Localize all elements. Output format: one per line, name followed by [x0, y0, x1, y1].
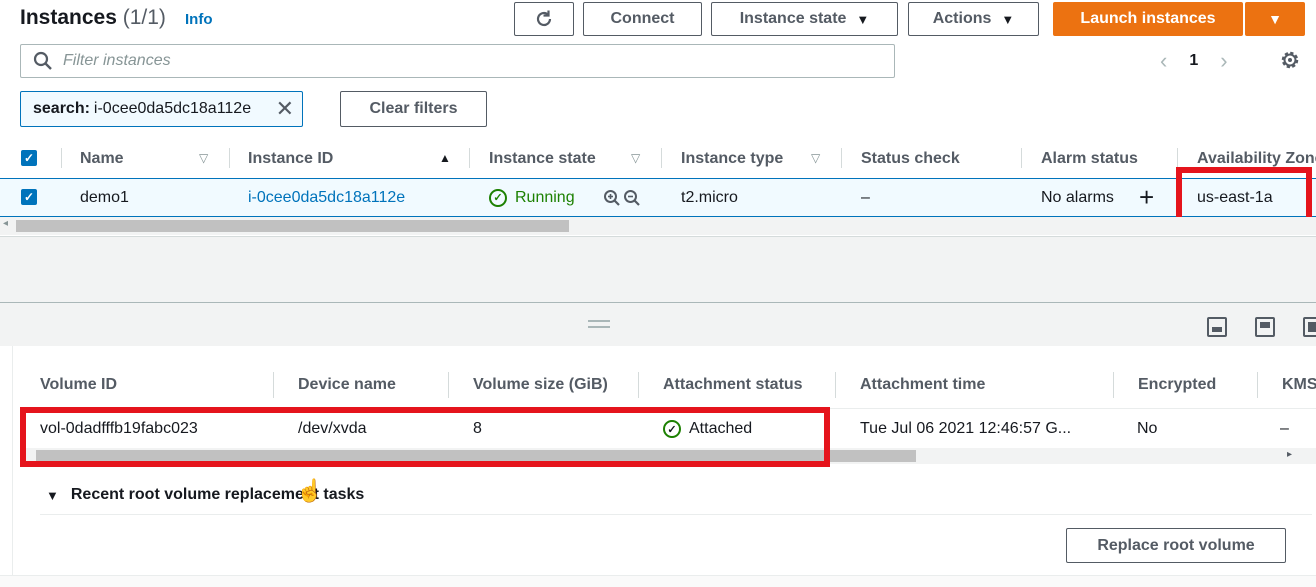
- actions-dropdown[interactable]: Actions ▼: [908, 2, 1039, 36]
- column-header-encrypted[interactable]: Encrypted: [1138, 362, 1216, 408]
- instance-name: demo1: [80, 188, 129, 206]
- sort-icon[interactable]: ▽: [811, 151, 820, 165]
- row-checkbox[interactable]: ✓: [21, 189, 37, 205]
- token-value: i-0cee0da5dc18a112e: [93, 100, 252, 117]
- pagination: ‹ 1 ›: [1160, 44, 1260, 78]
- panel-hide-icon[interactable]: [1303, 317, 1316, 337]
- prev-page-button[interactable]: ‹: [1160, 48, 1167, 74]
- column-header-instance-id[interactable]: Instance ID: [248, 140, 333, 177]
- actions-label: Actions: [932, 10, 992, 27]
- highlight-box-volume-row: [20, 407, 830, 467]
- instance-state: ✓ Running: [489, 178, 575, 217]
- page-title: Instances (1/1): [20, 6, 166, 30]
- column-header-instance-state[interactable]: Instance state: [489, 140, 596, 177]
- attachment-time: Tue Jul 06 2021 12:46:57 G...: [860, 420, 1072, 437]
- filter-token: search: i-0cee0da5dc18a112e ✕: [20, 91, 303, 127]
- connect-label: Connect: [610, 10, 675, 27]
- alarm-status: No alarms: [1041, 188, 1114, 206]
- scroll-left-icon[interactable]: ◂: [3, 218, 8, 229]
- horizontal-scrollbar[interactable]: ◂: [0, 217, 1316, 235]
- column-header-alarm-status[interactable]: Alarm status: [1041, 140, 1138, 177]
- panel-bottom-icon[interactable]: [1207, 317, 1227, 337]
- sort-ascending-icon[interactable]: ▲: [439, 151, 451, 165]
- panel-side-icon[interactable]: [1255, 317, 1275, 337]
- sort-icon[interactable]: ▽: [631, 151, 640, 165]
- encrypted: No: [1137, 420, 1158, 437]
- sort-icon[interactable]: ▽: [199, 151, 208, 165]
- filter-field[interactable]: [20, 44, 895, 78]
- replace-root-volume-button[interactable]: Replace root volume: [1066, 528, 1286, 563]
- clear-filters-button[interactable]: Clear filters: [340, 91, 487, 127]
- table-row[interactable]: [0, 178, 1316, 217]
- state-text: Running: [515, 188, 575, 206]
- filter-input[interactable]: [63, 52, 863, 70]
- drag-handle-icon[interactable]: [588, 320, 610, 328]
- status-check: –: [861, 188, 870, 206]
- current-page[interactable]: 1: [1189, 52, 1198, 70]
- instance-id-link[interactable]: i-0cee0da5dc18a112e: [248, 178, 405, 217]
- column-header-kms[interactable]: KMS: [1282, 362, 1316, 408]
- clear-filters-label: Clear filters: [369, 100, 458, 117]
- title-text: Instances: [20, 6, 117, 29]
- gear-icon[interactable]: [1278, 48, 1302, 72]
- table-footer-area: [0, 236, 1316, 302]
- caret-down-icon: ▼: [856, 11, 870, 27]
- column-header-volume-size[interactable]: Volume size (GiB): [473, 362, 608, 408]
- refresh-icon: [536, 10, 552, 27]
- select-all-checkbox[interactable]: ✓: [21, 150, 37, 166]
- column-header-attachment-status[interactable]: Attachment status: [663, 362, 803, 408]
- column-header-instance-type[interactable]: Instance type: [681, 140, 783, 177]
- kms-key: –: [1280, 420, 1289, 437]
- caret-down-icon: ▼: [1001, 11, 1015, 27]
- launch-dropdown-button[interactable]: ▼: [1245, 2, 1305, 36]
- launch-label: Launch instances: [1080, 10, 1216, 27]
- token-key: search:: [33, 100, 90, 117]
- check-circle-icon: ✓: [489, 188, 507, 207]
- zoom-in-icon[interactable]: [603, 189, 621, 207]
- split-panel-divider[interactable]: [0, 302, 1316, 346]
- instance-state-label: Instance state: [739, 10, 847, 27]
- hand-cursor-icon: ☝: [296, 478, 324, 503]
- refresh-button[interactable]: [514, 2, 574, 36]
- instance-state-dropdown[interactable]: Instance state ▼: [711, 2, 898, 36]
- connect-button[interactable]: Connect: [583, 2, 702, 36]
- add-alarm-icon[interactable]: +: [1139, 178, 1154, 217]
- column-header-name[interactable]: Name: [80, 140, 124, 177]
- panel-bottom: [0, 575, 1316, 587]
- instance-count: (1/1): [122, 6, 166, 29]
- zoom-controls: [603, 178, 641, 217]
- replace-root-volume-label: Replace root volume: [1097, 536, 1255, 554]
- divider: [40, 514, 1312, 515]
- remove-token-icon[interactable]: ✕: [276, 96, 294, 122]
- next-page-button[interactable]: ›: [1220, 48, 1227, 74]
- column-header-volume-id[interactable]: Volume ID: [40, 362, 117, 408]
- scroll-right-icon[interactable]: ▸: [1287, 449, 1292, 460]
- search-icon: [33, 51, 52, 70]
- caret-down-icon: ▼: [46, 487, 59, 503]
- instance-type: t2.micro: [681, 188, 738, 206]
- column-header-attachment-time[interactable]: Attachment time: [860, 362, 985, 408]
- launch-instances-button[interactable]: Launch instances: [1053, 2, 1243, 36]
- zoom-out-icon[interactable]: [623, 189, 641, 207]
- scrollbar-thumb[interactable]: [16, 220, 569, 232]
- column-header-device-name[interactable]: Device name: [298, 362, 396, 408]
- caret-down-icon: ▼: [1268, 11, 1282, 27]
- column-header-status-check[interactable]: Status check: [861, 140, 960, 177]
- info-link[interactable]: Info: [185, 11, 213, 28]
